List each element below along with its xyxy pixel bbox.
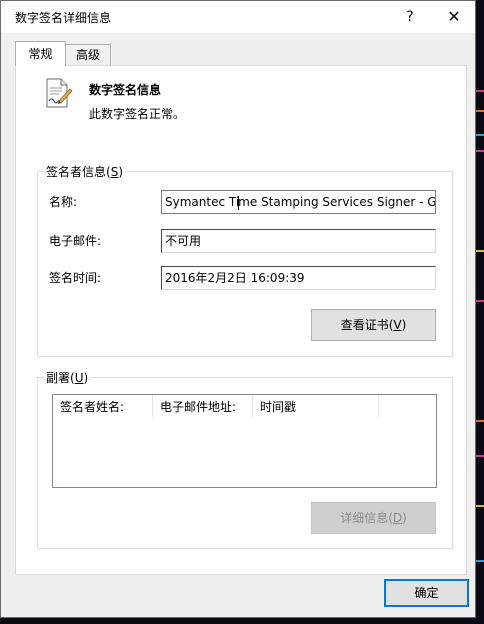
details-button[interactable]: 详细信息(D) <box>311 502 436 534</box>
email-label: 电子邮件: <box>49 234 102 248</box>
window-title: 数字签名详细信息 <box>15 11 112 25</box>
signing-time-label: 签名时间: <box>49 271 102 285</box>
digital-signature-details-dialog: 数字签名详细信息 ? ✕ 常规 高级 数字签名信息 此数字签名正常。 签名者信息… <box>0 0 476 618</box>
title-bar[interactable]: 数字签名详细信息 ? ✕ <box>1 1 475 33</box>
column-header-email[interactable]: 电子邮件地址: <box>153 395 253 417</box>
tab-advanced[interactable]: 高级 <box>65 44 111 66</box>
name-label: 名称: <box>49 195 78 209</box>
column-header-timestamp[interactable]: 时间戳 <box>253 395 379 417</box>
signature-status-text: 此数字签名正常。 <box>89 107 186 121</box>
help-button[interactable]: ? <box>389 1 431 33</box>
signing-time-field[interactable]: 2016年2月2日 16:09:39 <box>161 266 436 290</box>
ok-button[interactable]: 确定 <box>384 579 469 607</box>
tab-general[interactable]: 常规 <box>15 41 66 66</box>
signer-name-field[interactable]: Symantec Time Stamping Services Signer -… <box>161 190 436 214</box>
column-header-signer-name[interactable]: 签名者姓名: <box>53 395 153 417</box>
signature-document-icon <box>46 78 73 108</box>
view-certificate-button[interactable]: 查看证书(V) <box>311 309 436 341</box>
signature-info-heading: 数字签名信息 <box>89 83 162 97</box>
countersignature-legend: 副署(U) <box>46 371 89 385</box>
countersignature-list[interactable]: 签名者姓名: 电子邮件地址: 时间戳 <box>52 394 437 488</box>
signer-email-field[interactable]: 不可用 <box>161 229 436 253</box>
close-button[interactable]: ✕ <box>433 1 475 33</box>
signer-info-legend: 签名者信息(S) <box>46 165 123 179</box>
